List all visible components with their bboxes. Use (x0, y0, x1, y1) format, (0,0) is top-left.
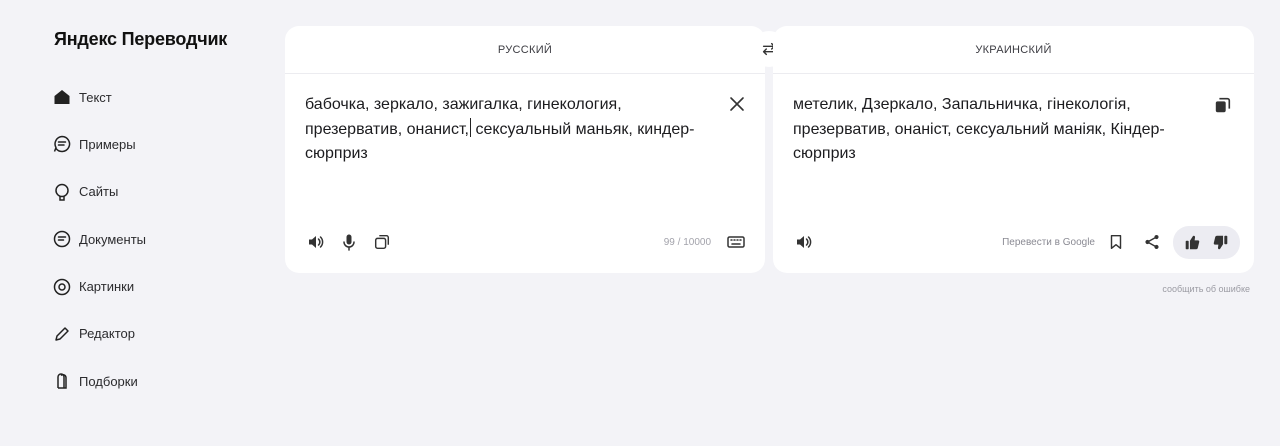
translate-in-google-link[interactable]: Перевести в Google (1002, 237, 1095, 248)
virtual-keyboard-button[interactable] (725, 231, 747, 253)
sidebar-item-label: Картинки (79, 279, 135, 295)
sidebar-item-images[interactable]: Картинки (52, 274, 146, 300)
images-icon (53, 278, 71, 295)
voice-input-button[interactable] (338, 231, 360, 253)
speaker-icon (309, 236, 324, 248)
bookmark-button[interactable] (1105, 231, 1127, 253)
speaker-icon (797, 236, 812, 248)
source-language[interactable]: РУССКИЙ (498, 44, 552, 56)
thumbs-down-icon[interactable] (1212, 234, 1229, 251)
sidebar-item-collections[interactable]: Подборки (52, 368, 146, 394)
share-icon (1145, 234, 1159, 250)
target-language-header[interactable]: УКРАИНСКИЙ (773, 26, 1254, 74)
sites-icon (55, 183, 69, 201)
thumbs-up-icon[interactable] (1184, 234, 1201, 251)
source-panel: РУССКИЙ бабочка, зеркало, зажигалка, гин… (285, 26, 765, 273)
bookmark-icon (1110, 234, 1122, 250)
listen-button[interactable] (305, 231, 327, 253)
translation-output: метелик, Дзеркало, Запальничка, гінеколо… (793, 96, 1165, 162)
sidebar-item-label: Документы (79, 231, 147, 247)
listen-translation-button[interactable] (793, 231, 815, 253)
character-counter: 99 / 10000 (663, 237, 711, 248)
copy-icon (374, 234, 390, 250)
sidebar-item-label: Текст (79, 89, 112, 105)
keyboard-icon (727, 236, 745, 248)
home-icon (54, 90, 70, 104)
collections-icon (57, 373, 67, 390)
app-logo[interactable]: Яндекс Переводчик (54, 29, 227, 50)
sidebar-item-text[interactable]: Текст (52, 84, 146, 110)
close-icon[interactable] (727, 94, 747, 114)
microphone-icon (343, 234, 355, 251)
source-text-input[interactable]: бабочка, зеркало, зажигалка, гинекология… (305, 93, 705, 167)
target-panel: УКРАИНСКИЙ метелик, Дзеркало, Запальничк… (773, 26, 1254, 273)
editor-icon (55, 327, 69, 341)
copy-source-button[interactable] (371, 231, 393, 253)
sidebar-item-label: Примеры (79, 136, 136, 152)
rating-group (1173, 226, 1240, 259)
copy-icon[interactable] (1214, 96, 1232, 114)
sidebar-nav: Текст Примеры Сайты Документы Картинки Р… (52, 84, 146, 416)
sidebar-item-label: Подборки (79, 373, 138, 389)
source-language-header[interactable]: РУССКИЙ (285, 26, 765, 74)
sidebar-item-label: Редактор (79, 326, 135, 342)
examples-icon (53, 136, 71, 153)
sidebar-item-editor[interactable]: Редактор (52, 321, 146, 347)
sidebar-item-documents[interactable]: Документы (52, 226, 146, 252)
share-button[interactable] (1141, 231, 1163, 253)
sidebar-item-sites[interactable]: Сайты (52, 179, 146, 205)
sidebar-item-label: Сайты (79, 184, 119, 200)
sidebar-item-examples[interactable]: Примеры (52, 131, 146, 157)
documents-icon (53, 230, 71, 248)
report-error-link[interactable]: сообщить об ошибке (1162, 284, 1250, 294)
target-language[interactable]: УКРАИНСКИЙ (975, 44, 1051, 56)
